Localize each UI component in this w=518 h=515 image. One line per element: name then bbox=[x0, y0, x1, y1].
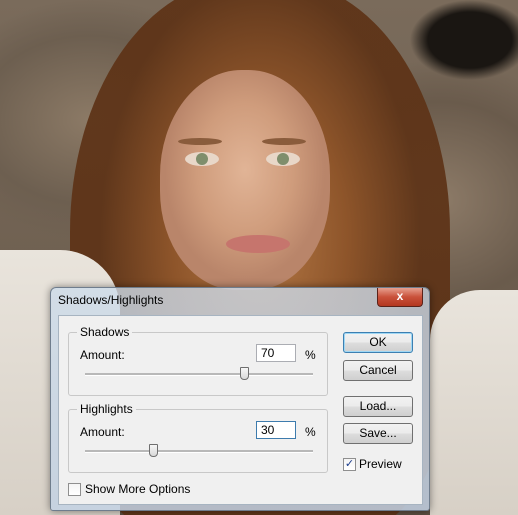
preview-checkbox[interactable]: ✓ bbox=[343, 458, 356, 471]
highlights-amount-input[interactable] bbox=[256, 421, 296, 439]
shadows-slider-track[interactable] bbox=[85, 373, 313, 376]
photo-brow-right bbox=[262, 138, 306, 145]
dialog-title: Shadows/Highlights bbox=[58, 293, 164, 307]
photo-face bbox=[160, 70, 330, 290]
load-button[interactable]: Load... bbox=[343, 396, 413, 417]
highlights-group-label: Highlights bbox=[77, 402, 136, 416]
shadows-highlights-dialog: Shadows/Highlights x Shadows Amount: % H… bbox=[50, 287, 430, 511]
highlights-amount-label: Amount: bbox=[80, 425, 125, 439]
shadows-group: Shadows Amount: % bbox=[68, 325, 328, 396]
show-more-options-label[interactable]: Show More Options bbox=[85, 482, 190, 496]
shadows-slider-thumb[interactable] bbox=[240, 367, 250, 380]
preview-label[interactable]: Preview bbox=[359, 457, 402, 471]
save-button[interactable]: Save... bbox=[343, 423, 413, 444]
show-more-options-checkbox[interactable] bbox=[68, 483, 81, 496]
photo-shoulder-right bbox=[430, 290, 518, 515]
close-icon[interactable]: x bbox=[377, 288, 423, 307]
dialog-client-area: Shadows Amount: % Highlights Amount: % O… bbox=[58, 315, 423, 505]
shadows-percent-label: % bbox=[305, 348, 316, 362]
photo-brow-left bbox=[178, 138, 222, 145]
ok-button[interactable]: OK bbox=[343, 332, 413, 353]
cancel-button[interactable]: Cancel bbox=[343, 360, 413, 381]
photo-eye-right bbox=[266, 152, 300, 166]
shadows-group-label: Shadows bbox=[77, 325, 133, 339]
shadows-amount-input[interactable] bbox=[256, 344, 296, 362]
photo-eye-left bbox=[185, 152, 219, 166]
highlights-slider-thumb[interactable] bbox=[148, 444, 158, 457]
highlights-group: Highlights Amount: % bbox=[68, 402, 328, 473]
highlights-slider-track[interactable] bbox=[85, 450, 313, 453]
highlights-percent-label: % bbox=[305, 425, 316, 439]
photo-mouth bbox=[226, 235, 290, 253]
shadows-amount-label: Amount: bbox=[80, 348, 125, 362]
